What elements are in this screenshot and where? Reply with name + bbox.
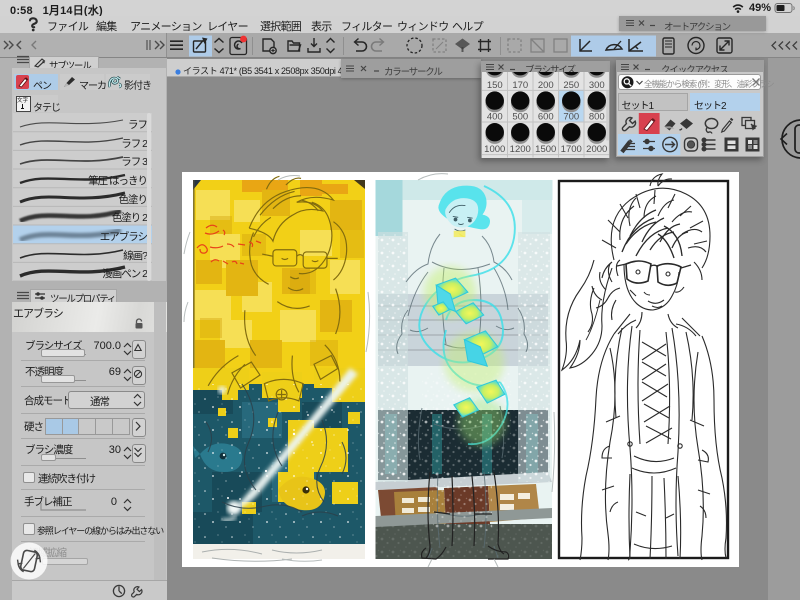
svg-text:1500: 1500	[535, 144, 556, 155]
svg-text:300: 300	[588, 80, 604, 91]
svg-text:200: 200	[537, 80, 553, 91]
svg-text:文字: 文字	[17, 96, 29, 104]
svg-text:500: 500	[512, 112, 528, 123]
svg-text:1200: 1200	[509, 144, 530, 155]
svg-text:170: 170	[512, 80, 528, 91]
svg-text:700: 700	[563, 112, 579, 123]
svg-text:1700: 1700	[560, 144, 581, 155]
svg-text:600: 600	[537, 112, 553, 123]
svg-text:150: 150	[486, 80, 502, 91]
svg-text:250: 250	[563, 80, 579, 91]
svg-text:400: 400	[486, 112, 502, 123]
svg-text:800: 800	[588, 112, 604, 123]
svg-text:2000: 2000	[586, 144, 607, 155]
svg-text:1000: 1000	[484, 144, 505, 155]
